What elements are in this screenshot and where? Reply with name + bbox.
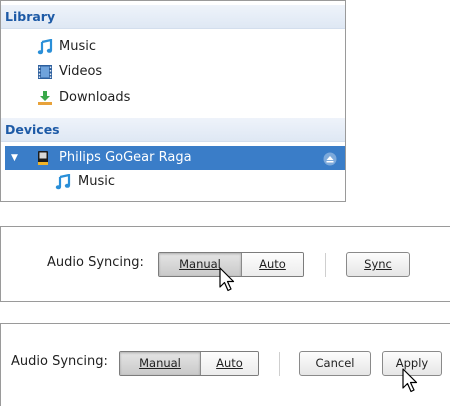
apply-button[interactable]: Apply bbox=[382, 351, 442, 376]
cancel-button[interactable]: Cancel bbox=[299, 351, 371, 376]
audio-sync-panel-sync: Audio Syncing: Manual Auto Sync bbox=[0, 226, 450, 302]
device-item-philips-gogear-raga[interactable]: ▼ Philips GoGear Raga bbox=[5, 146, 345, 170]
device-child-music[interactable]: Music bbox=[1, 170, 345, 194]
film-icon bbox=[37, 64, 53, 80]
manual-option[interactable]: Manual bbox=[159, 253, 241, 276]
music-note-icon bbox=[55, 173, 71, 190]
audio-syncing-label: Audio Syncing: bbox=[11, 354, 108, 369]
library-item-label: Music bbox=[59, 39, 96, 54]
sync-button[interactable]: Sync bbox=[346, 252, 410, 277]
library-item-music[interactable]: Music bbox=[1, 35, 345, 59]
library-section-header: Library bbox=[1, 5, 345, 29]
library-item-videos[interactable]: Videos bbox=[1, 60, 345, 84]
divider bbox=[279, 352, 280, 376]
media-player-icon bbox=[35, 150, 51, 166]
library-tree-panel: Library Music Videos Downloads Devices ▼… bbox=[0, 0, 346, 202]
expand-arrow-icon[interactable]: ▼ bbox=[11, 146, 18, 170]
divider bbox=[325, 253, 326, 277]
music-note-icon bbox=[37, 38, 53, 55]
audio-syncing-label: Audio Syncing: bbox=[47, 255, 144, 270]
devices-section-header: Devices bbox=[1, 118, 345, 142]
library-item-label: Downloads bbox=[59, 90, 131, 105]
auto-option[interactable]: Auto bbox=[200, 352, 258, 375]
audio-sync-mode-toggle[interactable]: Manual Auto bbox=[158, 252, 304, 277]
audio-sync-panel-apply: Audio Syncing: Manual Auto Cancel Apply bbox=[0, 323, 450, 406]
download-icon bbox=[37, 90, 53, 106]
manual-option[interactable]: Manual bbox=[120, 352, 200, 375]
auto-option[interactable]: Auto bbox=[241, 253, 303, 276]
device-label: Philips GoGear Raga bbox=[59, 150, 192, 165]
library-item-downloads[interactable]: Downloads bbox=[1, 86, 345, 110]
audio-sync-mode-toggle[interactable]: Manual Auto bbox=[119, 351, 259, 376]
library-item-label: Videos bbox=[59, 64, 103, 79]
eject-icon[interactable] bbox=[323, 151, 337, 166]
device-child-label: Music bbox=[78, 174, 115, 189]
